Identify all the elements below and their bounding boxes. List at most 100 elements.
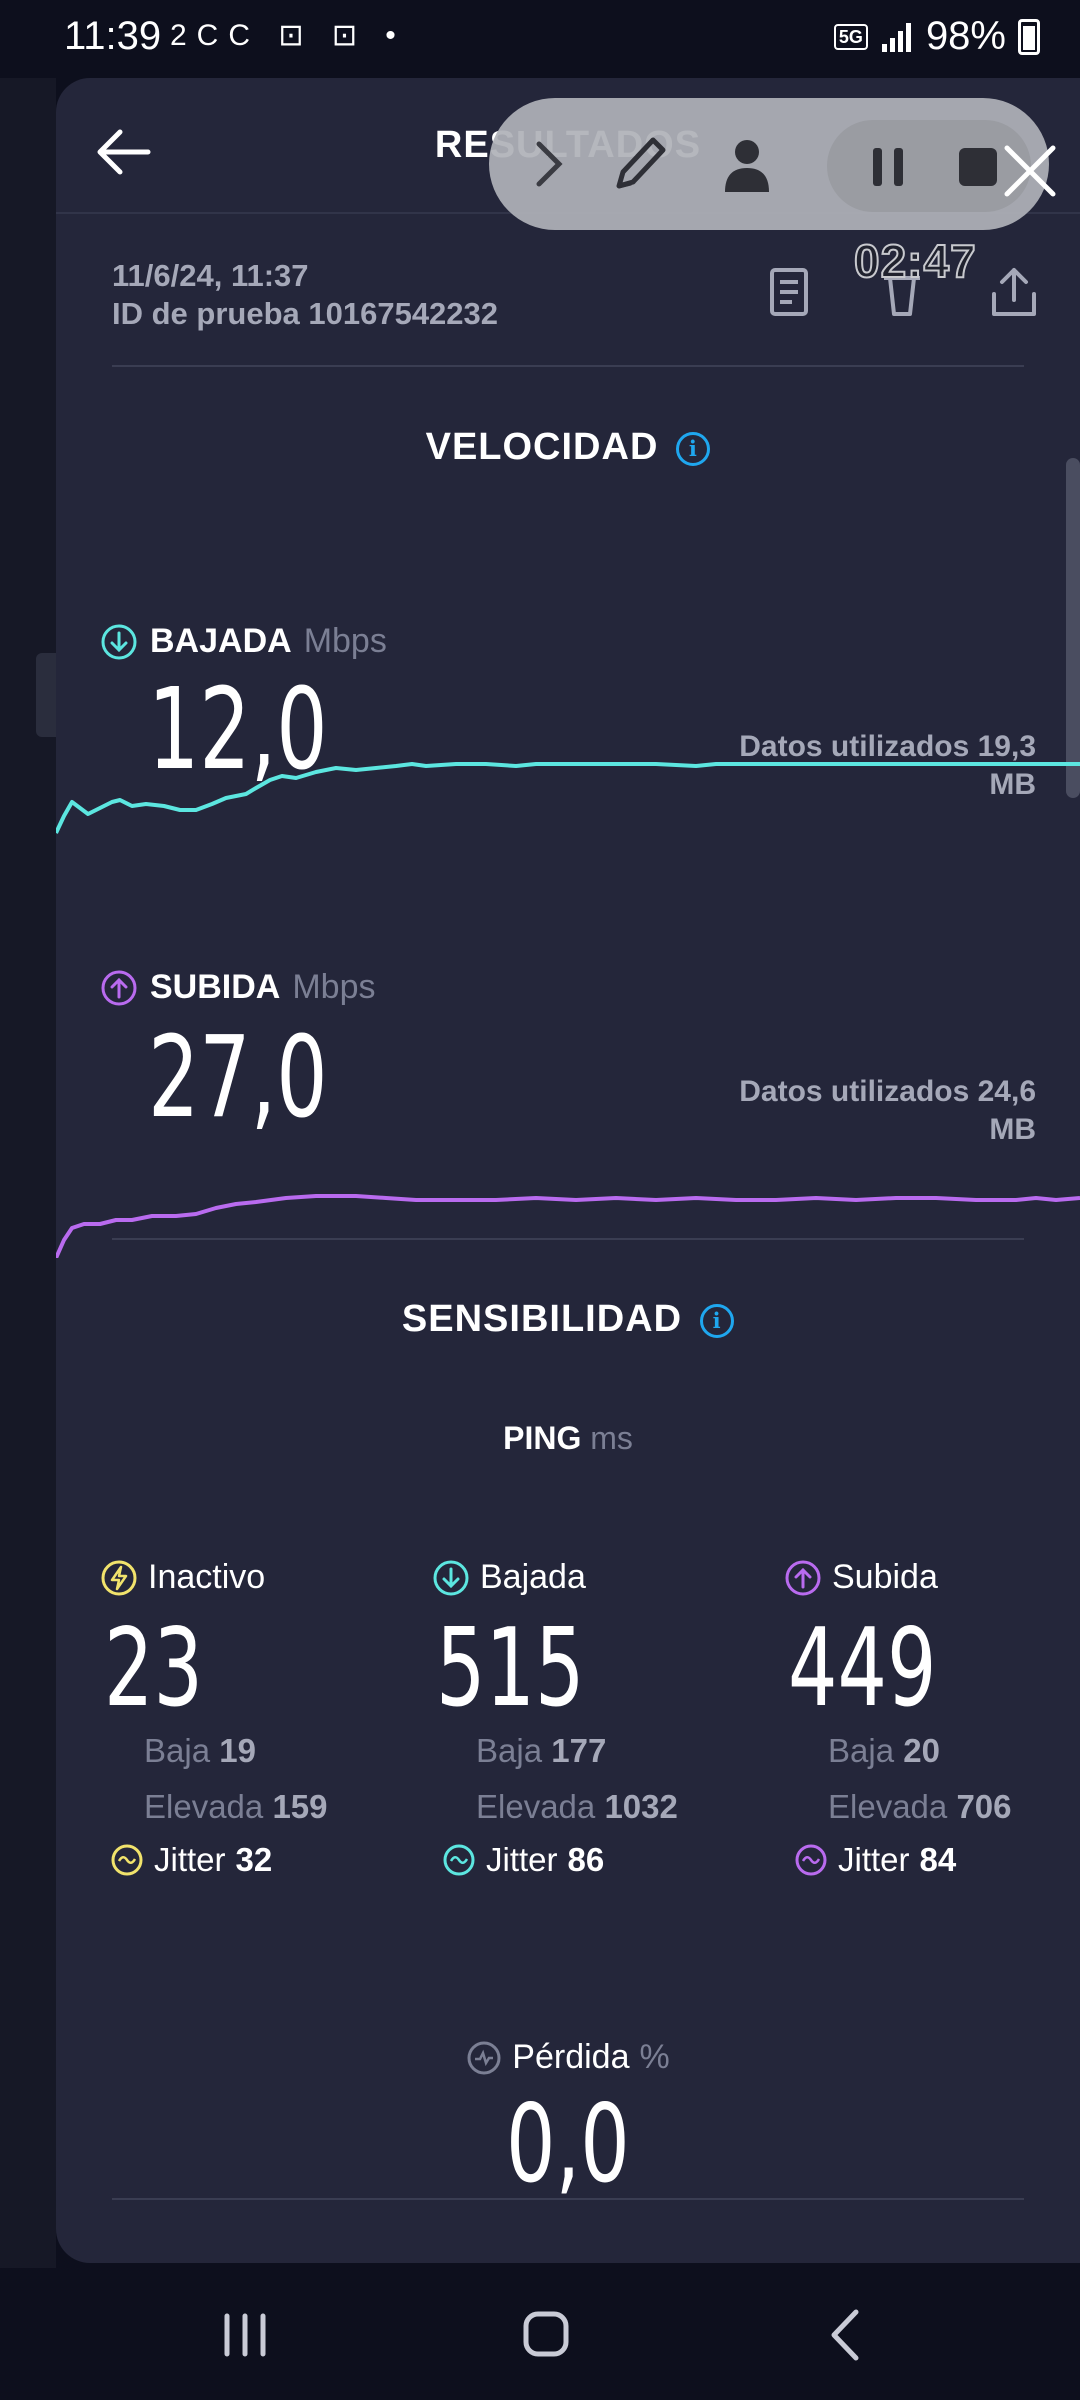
ping-idle-low: Baja 19 [144, 1723, 400, 1779]
share-icon[interactable] [986, 264, 1042, 320]
ping-idle-label: Inactivo [148, 1558, 266, 1596]
ping-upload-low: Baja 20 [828, 1723, 1080, 1779]
packet-loss-header: Pérdida % [466, 2038, 670, 2077]
ping-download-jitter: Jitter 86 [442, 1841, 732, 1879]
close-icon[interactable] [999, 140, 1061, 202]
ping-idle-value: 23 [104, 1606, 203, 1731]
test-id: ID de prueba 10167542232 [112, 296, 499, 331]
low-label: Baja [828, 1732, 895, 1769]
low-label: Baja [476, 1732, 543, 1769]
ping-download-header: Bajada [432, 1558, 732, 1597]
low-value: 177 [551, 1732, 607, 1769]
speed-section-title: VELOCIDAD i [56, 426, 1080, 469]
low-label: Baja [144, 1732, 211, 1769]
ping-upload-label: Subida [832, 1558, 938, 1596]
divider [112, 365, 1024, 367]
download-unit: Mbps [303, 622, 387, 660]
home-icon[interactable] [510, 2308, 580, 2362]
status-time: 11:39 [64, 14, 162, 58]
high-label: Elevada [144, 1788, 264, 1825]
upload-arrow-icon [785, 1560, 821, 1595]
network-5g-icon: 5G [833, 23, 868, 50]
low-value: 20 [903, 1732, 940, 1769]
low-value: 19 [219, 1732, 256, 1769]
divider [112, 2198, 1024, 2200]
idle-bolt-icon [101, 1560, 137, 1595]
back-icon[interactable] [812, 2308, 882, 2362]
divider [112, 1238, 1024, 1240]
ping-idle-column: Inactivo 23 Baja 19 Elevada 159 Jitter 3… [100, 1558, 400, 1879]
navigation-bar [0, 2268, 1080, 2400]
ping-title: PING ms [56, 1420, 1080, 1457]
upload-arrow-icon [101, 970, 137, 1005]
jitter-icon [111, 1844, 143, 1876]
ping-download-column: Bajada 515 Baja 177 Elevada 1032 Jitter … [432, 1558, 732, 1879]
ping-download-low: Baja 177 [476, 1723, 732, 1779]
background-handle [36, 653, 56, 737]
jitter-icon [443, 1844, 475, 1876]
sensitivity-section-title: SENSIBILIDAD i [56, 1298, 1080, 1341]
person-icon[interactable] [719, 134, 775, 194]
ping-upload-jitter: Jitter 84 [794, 1841, 1080, 1879]
ping-label: PING [503, 1420, 582, 1456]
speed-title-text: VELOCIDAD [425, 426, 659, 468]
status-bar: 11:39 2CC ⊡ ⊡ • 5G 98% [0, 0, 1080, 78]
upload-data-used-text: Datos utilizados 24,6 [739, 1075, 1036, 1108]
upload-speed-value: 27,0 [148, 1013, 328, 1143]
sensitivity-title-text: SENSIBILIDAD [401, 1298, 683, 1340]
stop-icon[interactable] [957, 146, 999, 188]
jitter-value: 86 [567, 1841, 605, 1878]
info-icon[interactable]: i [700, 1304, 735, 1338]
jitter-value: 32 [235, 1841, 273, 1878]
upload-label-text: SUBIDA [150, 968, 281, 1006]
ping-upload-header: Subida [784, 1558, 1080, 1597]
jitter-value: 84 [919, 1841, 957, 1878]
ping-upload-high: Elevada 706 [828, 1779, 1080, 1835]
high-label: Elevada [476, 1788, 596, 1825]
recent-apps-icon[interactable] [210, 2308, 280, 2362]
high-value: 159 [272, 1788, 328, 1825]
status-notification-icons: 2CC ⊡ ⊡ • [170, 19, 406, 52]
ping-idle-jitter: Jitter 32 [110, 1841, 400, 1879]
packet-loss-icon [467, 2041, 501, 2074]
chevron-right-icon[interactable] [529, 134, 569, 194]
ping-upload-value: 449 [788, 1606, 937, 1731]
receipt-icon[interactable] [760, 264, 816, 320]
ping-idle-high: Elevada 159 [144, 1779, 400, 1835]
results-sheet: RESULTADOS 11/6/24, 11:37 ID de prueba 1… [56, 78, 1080, 2263]
ping-upload-column: Subida 449 Baja 20 Elevada 706 Jitter 84 [784, 1558, 1080, 1879]
high-label: Elevada [828, 1788, 948, 1825]
ping-download-label: Bajada [480, 1558, 586, 1596]
jitter-label: Jitter [154, 1841, 226, 1878]
ping-download-value: 515 [436, 1606, 585, 1731]
ping-unit: ms [590, 1420, 633, 1456]
upload-label: SUBIDA Mbps [100, 968, 375, 1007]
packet-loss-unit: % [639, 2038, 670, 2076]
upload-unit: Mbps [292, 968, 376, 1006]
jitter-label: Jitter [838, 1841, 910, 1878]
download-graph [56, 762, 1080, 834]
pen-icon[interactable] [607, 128, 671, 198]
download-label: BAJADA Mbps [100, 622, 387, 661]
background-app-strip [0, 78, 56, 2268]
jitter-label: Jitter [486, 1841, 558, 1878]
status-right: 5G 98% [833, 14, 1040, 59]
download-arrow-icon [433, 1560, 469, 1595]
test-date: 11/6/24, 11:37 [112, 258, 309, 293]
battery-percent: 98% [925, 14, 1006, 58]
recording-timer: 02:47 [853, 234, 977, 288]
battery-icon [1018, 18, 1040, 55]
high-value: 1032 [604, 1788, 678, 1825]
download-label-text: BAJADA [150, 622, 292, 660]
signal-icon [881, 22, 911, 52]
packet-loss-value: 0,0 [506, 2081, 630, 2207]
ping-download-high: Elevada 1032 [476, 1779, 732, 1835]
ping-idle-header: Inactivo [100, 1558, 400, 1597]
packet-loss: Pérdida % 0,0 [56, 2038, 1080, 2199]
download-arrow-icon [101, 624, 137, 659]
pause-icon[interactable] [869, 146, 909, 188]
screen-recorder-toolbar [489, 98, 1056, 230]
info-icon[interactable]: i [676, 432, 711, 466]
packet-loss-label: Pérdida [512, 2038, 630, 2076]
jitter-icon [795, 1844, 827, 1876]
